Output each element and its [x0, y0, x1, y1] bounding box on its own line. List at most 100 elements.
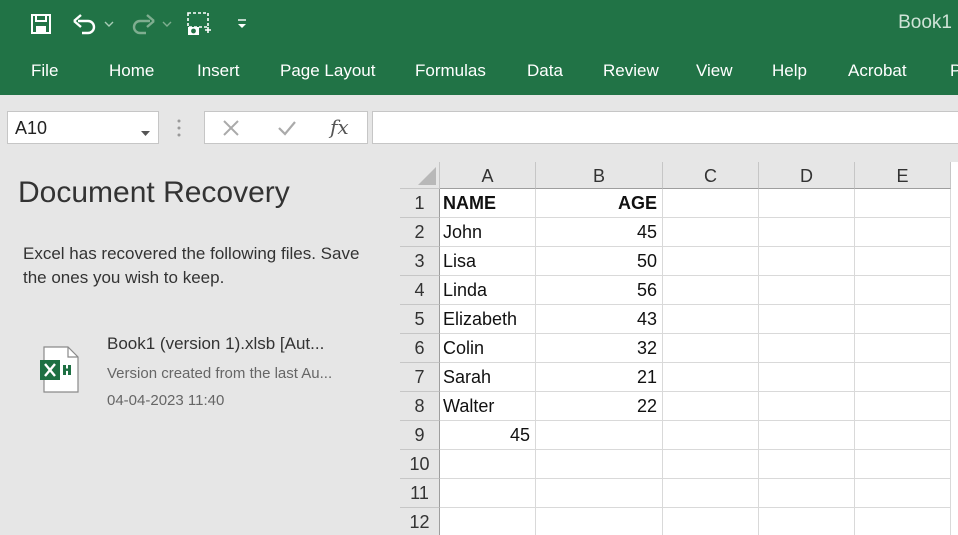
row-header-12[interactable]: 12 — [400, 508, 440, 535]
screenshot-icon[interactable] — [184, 10, 214, 38]
cell-c4[interactable] — [663, 276, 759, 305]
cell-a1[interactable]: NAME — [440, 189, 536, 218]
row-header-2[interactable]: 2 — [400, 218, 440, 247]
cell-e6[interactable] — [855, 334, 951, 363]
tab-data[interactable]: Data — [527, 61, 563, 81]
cell-b8[interactable]: 22 — [536, 392, 663, 421]
cell-a12[interactable] — [440, 508, 536, 535]
row-header-11[interactable]: 11 — [400, 479, 440, 508]
cell-c8[interactable] — [663, 392, 759, 421]
formula-input[interactable] — [372, 111, 958, 144]
undo-dropdown-icon[interactable] — [102, 10, 116, 38]
cell-d2[interactable] — [759, 218, 855, 247]
tab-review[interactable]: Review — [603, 61, 659, 81]
cell-d7[interactable] — [759, 363, 855, 392]
cell-c7[interactable] — [663, 363, 759, 392]
cell-c11[interactable] — [663, 479, 759, 508]
cell-e1[interactable] — [855, 189, 951, 218]
cell-b2[interactable]: 45 — [536, 218, 663, 247]
cell-d5[interactable] — [759, 305, 855, 334]
cell-b1[interactable]: AGE — [536, 189, 663, 218]
worksheet-grid[interactable]: ABCDE 1 2 3 4 5 6 7 8 9 10 11 12 NAME AGE John 45 Lisa 5… — [400, 162, 958, 535]
column-header-d[interactable]: D — [759, 162, 855, 189]
cell-d6[interactable] — [759, 334, 855, 363]
cell-c6[interactable] — [663, 334, 759, 363]
cell-d11[interactable] — [759, 479, 855, 508]
cell-e4[interactable] — [855, 276, 951, 305]
row-header-9[interactable]: 9 — [400, 421, 440, 450]
cell-a6[interactable]: Colin — [440, 334, 536, 363]
customize-icon[interactable] — [234, 10, 250, 38]
tab-help[interactable]: Help — [772, 61, 807, 81]
cell-b10[interactable] — [536, 450, 663, 479]
select-all-corner[interactable] — [400, 162, 440, 189]
tab-insert[interactable]: Insert — [197, 61, 240, 81]
cell-c2[interactable] — [663, 218, 759, 247]
cell-c12[interactable] — [663, 508, 759, 535]
row-header-1[interactable]: 1 — [400, 189, 440, 218]
recovered-file-item[interactable]: Book1 (version 1).xlsb [Aut... Version c… — [0, 330, 400, 420]
cell-b6[interactable]: 32 — [536, 334, 663, 363]
row-header-5[interactable]: 5 — [400, 305, 440, 334]
save-icon[interactable] — [28, 10, 54, 38]
cell-e9[interactable] — [855, 421, 951, 450]
tab-overflow[interactable]: P — [950, 61, 958, 81]
cell-a10[interactable] — [440, 450, 536, 479]
cell-e2[interactable] — [855, 218, 951, 247]
cell-e5[interactable] — [855, 305, 951, 334]
cell-a7[interactable]: Sarah — [440, 363, 536, 392]
column-header-a[interactable]: A — [440, 162, 536, 189]
cell-d4[interactable] — [759, 276, 855, 305]
tab-acrobat[interactable]: Acrobat — [848, 61, 907, 81]
cell-e12[interactable] — [855, 508, 951, 535]
cell-b11[interactable] — [536, 479, 663, 508]
row-header-6[interactable]: 6 — [400, 334, 440, 363]
undo-icon[interactable] — [70, 10, 100, 38]
cell-a5[interactable]: Elizabeth — [440, 305, 536, 334]
cell-a4[interactable]: Linda — [440, 276, 536, 305]
cell-b5[interactable]: 43 — [536, 305, 663, 334]
cell-c1[interactable] — [663, 189, 759, 218]
tab-file[interactable]: File — [31, 61, 58, 81]
tab-view[interactable]: View — [696, 61, 733, 81]
cell-c10[interactable] — [663, 450, 759, 479]
column-header-c[interactable]: C — [663, 162, 759, 189]
row-header-8[interactable]: 8 — [400, 392, 440, 421]
row-header-3[interactable]: 3 — [400, 247, 440, 276]
cell-b12[interactable] — [536, 508, 663, 535]
cell-a8[interactable]: Walter — [440, 392, 536, 421]
row-header-4[interactable]: 4 — [400, 276, 440, 305]
cell-c5[interactable] — [663, 305, 759, 334]
cell-b7[interactable]: 21 — [536, 363, 663, 392]
cell-d8[interactable] — [759, 392, 855, 421]
tab-home[interactable]: Home — [109, 61, 154, 81]
row-header-7[interactable]: 7 — [400, 363, 440, 392]
cell-b3[interactable]: 50 — [536, 247, 663, 276]
cell-e8[interactable] — [855, 392, 951, 421]
redo-icon[interactable] — [128, 10, 158, 38]
cell-e7[interactable] — [855, 363, 951, 392]
cell-b9[interactable] — [536, 421, 663, 450]
row-header-10[interactable]: 10 — [400, 450, 440, 479]
cell-b4[interactable]: 56 — [536, 276, 663, 305]
tab-formulas[interactable]: Formulas — [415, 61, 486, 81]
chevron-down-icon[interactable] — [141, 124, 150, 142]
redo-dropdown-icon[interactable] — [160, 10, 174, 38]
cell-a2[interactable]: John — [440, 218, 536, 247]
cell-d3[interactable] — [759, 247, 855, 276]
tab-page-layout[interactable]: Page Layout — [280, 61, 375, 81]
cell-d10[interactable] — [759, 450, 855, 479]
name-box[interactable]: A10 — [7, 111, 159, 144]
cell-c9[interactable] — [663, 421, 759, 450]
column-header-e[interactable]: E — [855, 162, 951, 189]
cell-d12[interactable] — [759, 508, 855, 535]
cell-a3[interactable]: Lisa — [440, 247, 536, 276]
column-header-b[interactable]: B — [536, 162, 663, 189]
enter-check-icon[interactable] — [277, 119, 297, 142]
cell-d1[interactable] — [759, 189, 855, 218]
cell-a11[interactable] — [440, 479, 536, 508]
cell-e3[interactable] — [855, 247, 951, 276]
cell-e11[interactable] — [855, 479, 951, 508]
cancel-icon[interactable] — [222, 119, 240, 142]
cell-a9[interactable]: 45 — [440, 421, 536, 450]
